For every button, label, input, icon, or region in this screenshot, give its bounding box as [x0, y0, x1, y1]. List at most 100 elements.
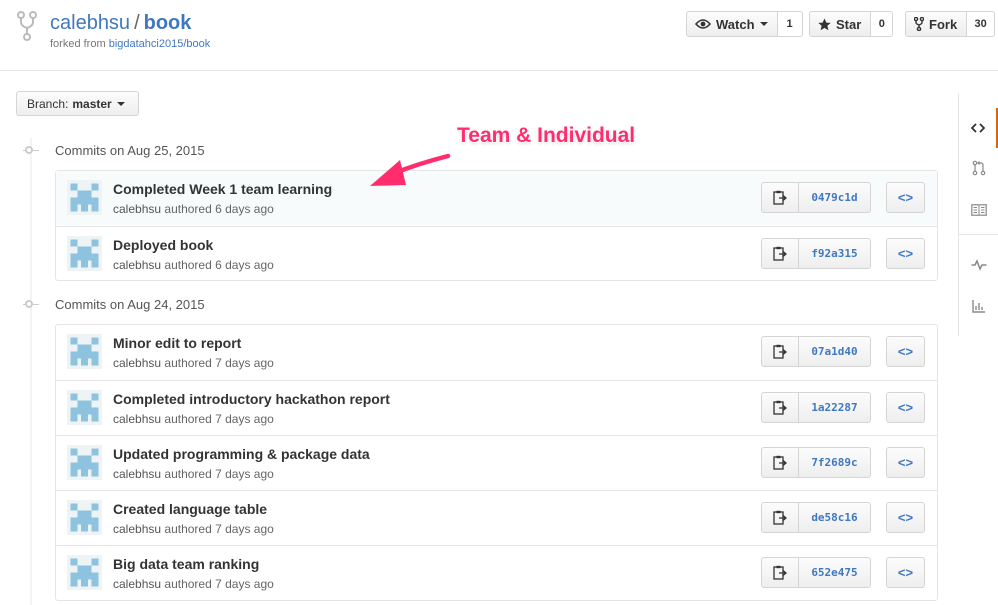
commit-time: 7 days ago: [215, 577, 274, 591]
repo-sidebar-nav: [958, 94, 998, 336]
sha-group: 7f2689c: [761, 447, 871, 478]
commit-row: Updated programming & package data caleb…: [56, 435, 937, 489]
commit-time: 7 days ago: [215, 522, 274, 536]
browse-code-button[interactable]: <>: [886, 392, 925, 423]
copy-sha-button[interactable]: [761, 557, 799, 588]
code-icon: <>: [897, 344, 914, 359]
copy-sha-button[interactable]: [761, 336, 799, 367]
avatar[interactable]: [67, 236, 102, 271]
sha-group: de58c16: [761, 502, 871, 533]
timeline-tick: [33, 150, 39, 151]
commit-author-link[interactable]: calebhsu: [113, 356, 161, 370]
avatar[interactable]: [67, 390, 102, 425]
browse-code-button[interactable]: <>: [886, 502, 925, 533]
browse-code-button[interactable]: <>: [886, 447, 925, 478]
commit-verb: authored: [164, 577, 212, 591]
code-icon: <>: [897, 510, 914, 525]
timeline-dot: [25, 300, 33, 308]
commit-group-list: Completed Week 1 team learning calebhsu …: [55, 170, 938, 281]
clippy-icon: [773, 565, 787, 580]
code-icon: [970, 123, 985, 133]
branch-select-button[interactable]: Branch: master: [16, 91, 139, 116]
avatar[interactable]: [67, 180, 102, 215]
commit-title-link[interactable]: Updated programming & package data: [113, 446, 370, 462]
copy-sha-button[interactable]: [761, 238, 799, 269]
branch-prefix: Branch:: [27, 96, 69, 111]
star-count[interactable]: 0: [871, 11, 894, 37]
copy-sha-button[interactable]: [761, 392, 799, 423]
commit-sha-link[interactable]: 0479c1d: [799, 182, 871, 213]
sha-group: 1a22287: [761, 392, 871, 423]
code-icon: <>: [897, 455, 914, 470]
commit-row: Minor edit to report calebhsu authored 7…: [56, 325, 937, 379]
commit-author-link[interactable]: calebhsu: [113, 577, 161, 591]
commit-title-link[interactable]: Minor edit to report: [113, 335, 241, 351]
commit-meta: calebhsu authored 7 days ago: [113, 412, 274, 426]
repo-owner-link[interactable]: calebhsu: [50, 12, 130, 34]
commit-sha-link[interactable]: f92a315: [799, 238, 871, 269]
commit-sha-link[interactable]: 07a1d40: [799, 336, 871, 367]
repo-forked-icon: [17, 11, 37, 41]
commit-sha-link[interactable]: de58c16: [799, 502, 871, 533]
commit-timeline: [30, 138, 32, 605]
commit-meta: calebhsu authored 7 days ago: [113, 577, 274, 591]
browse-code-button[interactable]: <>: [886, 238, 925, 269]
chevron-down-icon: [116, 101, 125, 106]
star-button[interactable]: Star: [809, 11, 872, 37]
wiki-icon: [971, 204, 987, 216]
avatar[interactable]: [67, 334, 102, 369]
forked-from: forked from bigdatahci2015/book: [50, 38, 210, 50]
forked-from-label: forked from: [50, 38, 106, 50]
commit-title-link[interactable]: Completed introductory hackathon report: [113, 391, 390, 407]
browse-code-button[interactable]: <>: [886, 336, 925, 367]
repo-header: calebhsu / book forked from bigdatahci2015…: [0, 0, 998, 71]
browse-code-button[interactable]: <>: [886, 182, 925, 213]
commit-meta: calebhsu authored 7 days ago: [113, 356, 274, 370]
commit-time: 6 days ago: [215, 258, 274, 272]
clippy-icon: [773, 344, 787, 359]
watch-count[interactable]: 1: [777, 11, 803, 37]
commit-sha-link[interactable]: 1a22287: [799, 392, 871, 423]
avatar[interactable]: [67, 500, 102, 535]
commit-row: Completed Week 1 team learning calebhsu …: [56, 171, 937, 225]
avatar[interactable]: [67, 445, 102, 480]
fork-button[interactable]: Fork: [905, 11, 968, 37]
star-icon: [818, 17, 831, 30]
commit-title-link[interactable]: Big data team ranking: [113, 556, 259, 572]
commit-author-link[interactable]: calebhsu: [113, 522, 161, 536]
clippy-icon: [773, 190, 787, 205]
commit-row: Deployed book calebhsu authored 6 days a…: [56, 226, 937, 280]
sidebar-item-wiki[interactable]: [959, 190, 998, 230]
commit-author-link[interactable]: calebhsu: [113, 258, 161, 272]
commit-author-link[interactable]: calebhsu: [113, 202, 161, 216]
forked-source-link[interactable]: bigdatahci2015/book: [109, 38, 211, 50]
sidebar-item-code[interactable]: [959, 108, 998, 148]
commit-meta: calebhsu authored 7 days ago: [113, 522, 274, 536]
clippy-icon: [773, 455, 787, 470]
watch-button[interactable]: Watch: [686, 11, 778, 37]
sidebar-item-pulse[interactable]: [959, 245, 998, 285]
commit-title-link[interactable]: Deployed book: [113, 237, 213, 253]
commit-row: Big data team ranking calebhsu authored …: [56, 545, 937, 599]
sha-group: 0479c1d: [761, 182, 871, 213]
sidebar-item-graphs[interactable]: [959, 286, 998, 326]
commit-author-link[interactable]: calebhsu: [113, 467, 161, 481]
avatar[interactable]: [67, 555, 102, 590]
copy-sha-button[interactable]: [761, 182, 799, 213]
commit-author-link[interactable]: calebhsu: [113, 412, 161, 426]
copy-sha-button[interactable]: [761, 447, 799, 478]
watch-group: Watch 1: [686, 11, 803, 37]
commit-verb: authored: [164, 202, 212, 216]
commit-sha-link[interactable]: 7f2689c: [799, 447, 871, 478]
commit-meta: calebhsu authored 6 days ago: [113, 258, 274, 272]
clippy-icon: [773, 510, 787, 525]
fork-count[interactable]: 30: [967, 11, 996, 37]
commit-sha-link[interactable]: 652e475: [799, 557, 871, 588]
copy-sha-button[interactable]: [761, 502, 799, 533]
commit-title-link[interactable]: Created language table: [113, 501, 267, 517]
browse-code-button[interactable]: <>: [886, 557, 925, 588]
repo-name-link[interactable]: book: [144, 12, 192, 34]
sidebar-item-pull-requests[interactable]: [959, 148, 998, 188]
code-icon: <>: [897, 190, 914, 205]
commit-title-link[interactable]: Completed Week 1 team learning: [113, 181, 332, 197]
